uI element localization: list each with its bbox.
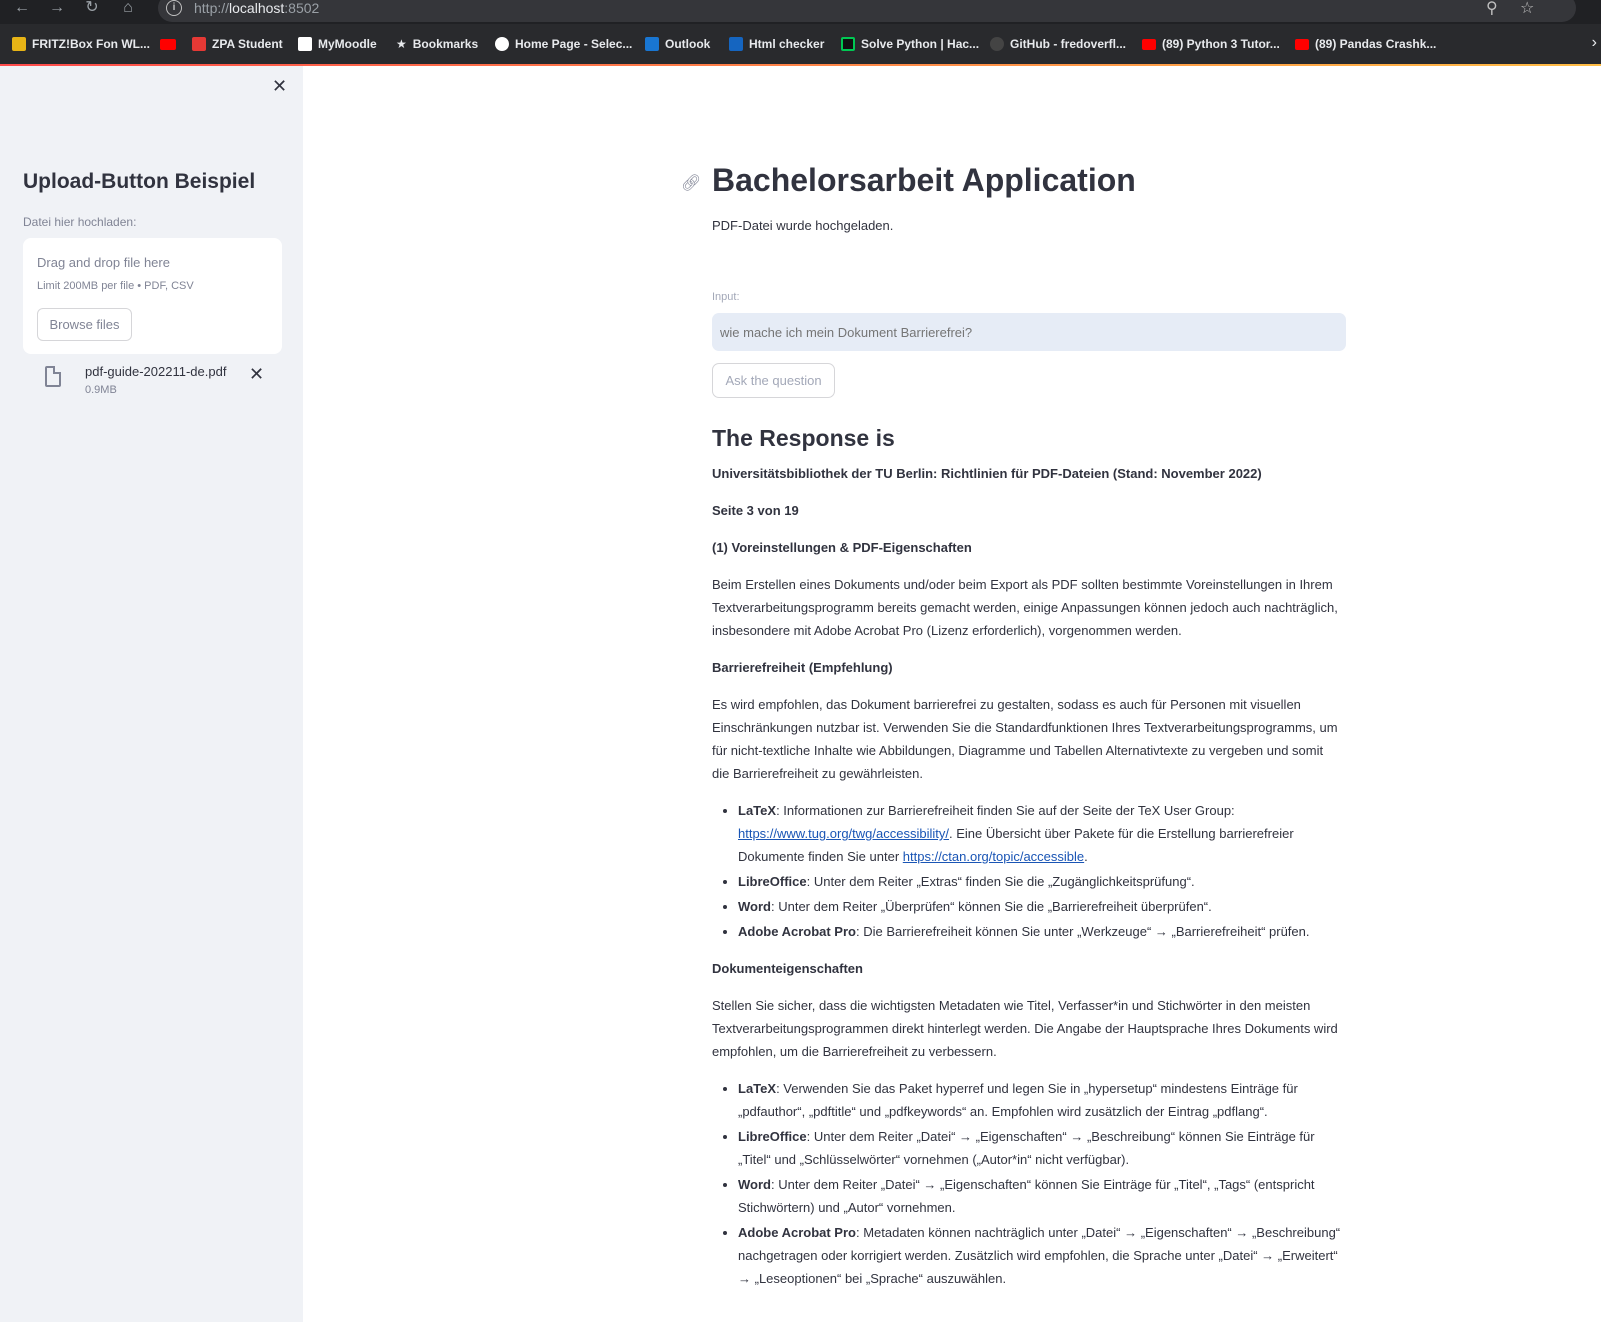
list-item: Word: Unter dem Reiter „Überprüfen“ könn… xyxy=(738,895,1342,918)
bookmark-home-page[interactable]: Home Page - Selec... xyxy=(495,35,632,53)
uploaded-file: pdf-guide-202211-de.pdf 0.9MB ✕ xyxy=(23,362,282,406)
bookmark-github[interactable]: GitHub - fredoverfl... xyxy=(990,35,1126,53)
response-heading: The Response is xyxy=(712,425,895,451)
youtube-icon xyxy=(1142,38,1156,50)
response-paragraph: Es wird empfohlen, das Dokument barriere… xyxy=(712,697,1338,781)
dropzone-text: Drag and drop file here xyxy=(37,255,170,270)
response-paragraph: Beim Erstellen eines Dokuments und/oder … xyxy=(712,577,1338,638)
upload-status: PDF-Datei wurde hochgeladen. xyxy=(712,218,894,233)
star-icon[interactable]: ☆ xyxy=(1520,0,1534,18)
close-sidebar-icon[interactable]: ✕ xyxy=(272,76,287,97)
sidebar-title: Upload-Button Beispiel xyxy=(23,170,256,193)
upload-label: Datei hier hochladen: xyxy=(23,215,137,229)
browser-toolbar: ← → ↻ ⌂ i http://localhost:8502 ⚲ ☆ xyxy=(0,0,1601,24)
zoom-icon[interactable]: ⚲ xyxy=(1486,0,1498,18)
bookmark-fritzbox[interactable]: FRITZ!Box Fon WL... xyxy=(12,35,150,53)
github-icon xyxy=(990,37,1004,51)
browse-files-button[interactable]: Browse files xyxy=(37,308,132,341)
bookmark-zpa-student[interactable]: ZPA Student xyxy=(192,35,283,53)
zpa-icon xyxy=(192,37,206,51)
bookmark-mymoodle[interactable]: MyMoodle xyxy=(298,35,377,53)
remove-file-icon[interactable]: ✕ xyxy=(249,364,264,385)
bookmark-folder[interactable]: ★ Bookmarks xyxy=(396,35,478,53)
sidebar: ✕ Upload-Button Beispiel Datei hier hoch… xyxy=(0,66,303,1322)
back-icon[interactable]: ← xyxy=(10,0,34,20)
home-icon[interactable]: ⌂ xyxy=(116,0,140,20)
response-source: Universitätsbibliothek der TU Berlin: Ri… xyxy=(712,466,1262,481)
response-section-title: Dokumenteigenschaften xyxy=(712,961,863,976)
youtube-icon xyxy=(1295,38,1309,50)
list-item: Adobe Acrobat Pro: Metadaten können nach… xyxy=(738,1221,1342,1290)
file-name: pdf-guide-202211-de.pdf xyxy=(85,364,227,379)
list-item: LibreOffice: Unter dem Reiter „Extras“ f… xyxy=(738,870,1342,893)
anchor-link-icon[interactable]: 🔗︎ xyxy=(681,173,701,193)
response-page: Seite 3 von 19 xyxy=(712,503,799,518)
bookmark-youtube[interactable] xyxy=(160,35,182,53)
dropzone-limit: Limit 200MB per file • PDF, CSV xyxy=(37,280,194,292)
response-list: LaTeX: Informationen zur Barrierefreihei… xyxy=(712,799,1342,943)
main-content: 🔗︎ Bachelorsarbeit Application PDF-Datei… xyxy=(303,66,1601,1322)
outlook-icon xyxy=(645,37,659,51)
fritzbox-icon xyxy=(12,37,26,51)
reload-icon[interactable]: ↻ xyxy=(80,0,104,20)
response-paragraph: Stellen Sie sicher, dass die wichtigsten… xyxy=(712,998,1338,1059)
bookmarks-bar: FRITZ!Box Fon WL... ZPA Student MyMoodle… xyxy=(0,24,1601,64)
moodle-icon xyxy=(298,37,312,51)
star-icon: ★ xyxy=(396,37,407,51)
list-item: LibreOffice: Unter dem Reiter „Datei“ → … xyxy=(738,1125,1342,1171)
globe-icon xyxy=(495,37,509,51)
question-input[interactable] xyxy=(712,313,1346,351)
bookmark-outlook[interactable]: Outlook xyxy=(645,35,710,53)
response-section-title: Barrierefreiheit (Empfehlung) xyxy=(712,660,893,675)
file-size: 0.9MB xyxy=(85,384,117,396)
response-list: LaTeX: Verwenden Sie das Paket hyperref … xyxy=(712,1077,1342,1290)
bookmark-hackerrank[interactable]: Solve Python | Hac... xyxy=(841,35,979,53)
youtube-icon xyxy=(160,38,176,50)
page-title: Bachelorsarbeit Application xyxy=(712,162,1136,198)
more-bookmarks-icon[interactable]: › xyxy=(1592,34,1597,52)
list-item: Adobe Acrobat Pro: Die Barrierefreiheit … xyxy=(738,920,1342,943)
ctan-link[interactable]: https://ctan.org/topic/accessible xyxy=(903,849,1084,864)
list-item: Word: Unter dem Reiter „Datei“ → „Eigens… xyxy=(738,1173,1342,1219)
response-text: Universitätsbibliothek der TU Berlin: Ri… xyxy=(712,462,1342,1304)
list-item: LaTeX: Verwenden Sie das Paket hyperref … xyxy=(738,1077,1342,1123)
list-item: LaTeX: Informationen zur Barrierefreihei… xyxy=(738,799,1342,868)
tug-link[interactable]: https://www.tug.org/twg/accessibility/ xyxy=(738,826,949,841)
file-dropzone[interactable]: Drag and drop file here Limit 200MB per … xyxy=(23,238,282,354)
response-section-title: (1) Voreinstellungen & PDF-Eigenschaften xyxy=(712,540,972,555)
file-icon xyxy=(45,366,61,387)
input-label: Input: xyxy=(712,291,740,303)
url-text[interactable]: http://localhost:8502 xyxy=(194,0,319,16)
hackerrank-icon xyxy=(841,37,855,51)
site-info-icon[interactable]: i xyxy=(166,0,182,16)
address-bar[interactable]: i http://localhost:8502 ⚲ ☆ xyxy=(158,0,1576,22)
forward-icon[interactable]: → xyxy=(45,0,69,20)
bookmark-html-checker[interactable]: Html checker xyxy=(729,35,824,53)
bookmark-pandas-crashkurs[interactable]: (89) Pandas Crashk... xyxy=(1295,35,1436,53)
ask-question-button[interactable]: Ask the question xyxy=(712,363,835,398)
bookmark-python-tutorial[interactable]: (89) Python 3 Tutor... xyxy=(1142,35,1280,53)
w3c-icon xyxy=(729,37,743,51)
